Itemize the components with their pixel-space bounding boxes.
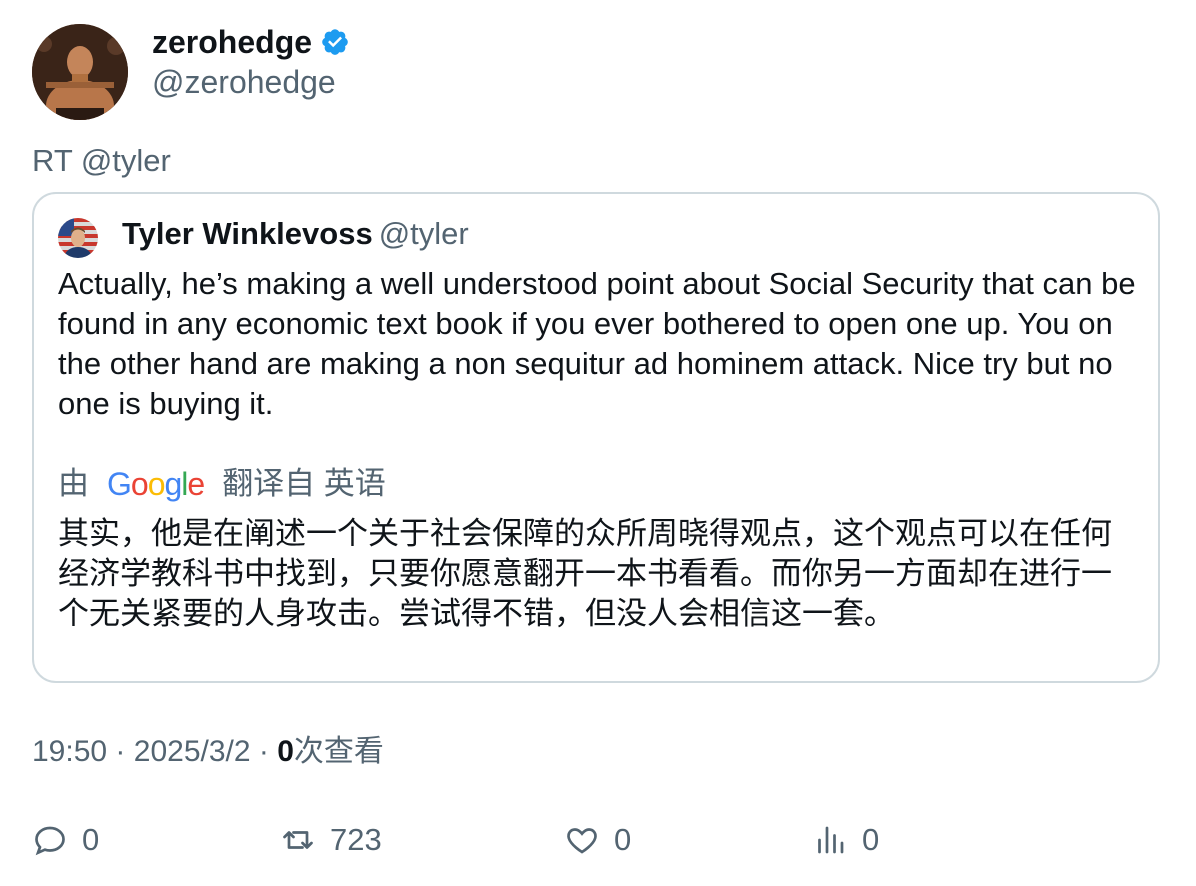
author-avatar[interactable] (32, 24, 128, 120)
retweet-count: 723 (330, 822, 382, 857)
retweet-prefix: RT @tyler (32, 143, 171, 178)
tweet-time[interactable]: 19:50 (32, 735, 107, 768)
reply-icon (35, 826, 65, 856)
quoted-display-name[interactable]: Tyler Winklevoss (122, 216, 373, 251)
views-button[interactable]: 0 (812, 818, 879, 862)
meta-separator: · (258, 735, 269, 768)
meta-separator: · (115, 735, 126, 768)
reply-button[interactable]: 0 (32, 818, 99, 862)
quoted-handle[interactable]: @tyler (379, 216, 469, 251)
google-logo-icon: Google (107, 466, 205, 502)
action-bar: 0 723 0 0 (0, 818, 1196, 868)
views-label: 次查看 (293, 735, 384, 768)
views-count-action: 0 (862, 822, 880, 857)
translation-by-label: 由 (58, 466, 89, 501)
author-handle[interactable]: @zerohedge (152, 62, 336, 102)
heart-icon (567, 828, 597, 854)
like-button[interactable]: 0 (564, 818, 631, 862)
retweet-button[interactable]: 723 (280, 818, 382, 862)
quoted-author-avatar[interactable] (58, 218, 98, 258)
reply-count: 0 (82, 822, 100, 857)
quoted-tweet-card[interactable]: Tyler Winklevoss @tyler Actually, he’s ma… (32, 192, 1160, 683)
quoted-tweet-text: Actually, he’s making a well understood … (58, 266, 1136, 421)
tweet-meta: 19:50 · 2025/3/2 · 0次查看 (32, 732, 384, 772)
author-display-name-row[interactable]: zerohedge (152, 22, 350, 62)
translation-attribution: 由 Google 翻译自 英语 (58, 464, 386, 504)
translated-text: 其实，他是在阐述一个关于社会保障的众所周晓得观点，这个观点可以在任何经济学教科书… (58, 516, 1112, 632)
tweet-date[interactable]: 2025/3/2 (134, 735, 251, 768)
retweet-icon (283, 831, 313, 849)
like-count: 0 (614, 822, 632, 857)
bar-chart-icon (818, 826, 844, 854)
translation-from-label: 翻译自 英语 (222, 466, 386, 501)
verified-badge-icon (322, 29, 348, 55)
author-display-name[interactable]: zerohedge (152, 22, 312, 62)
views-count: 0 (277, 735, 294, 768)
quoted-header: Tyler Winklevoss @tyler (122, 214, 469, 254)
